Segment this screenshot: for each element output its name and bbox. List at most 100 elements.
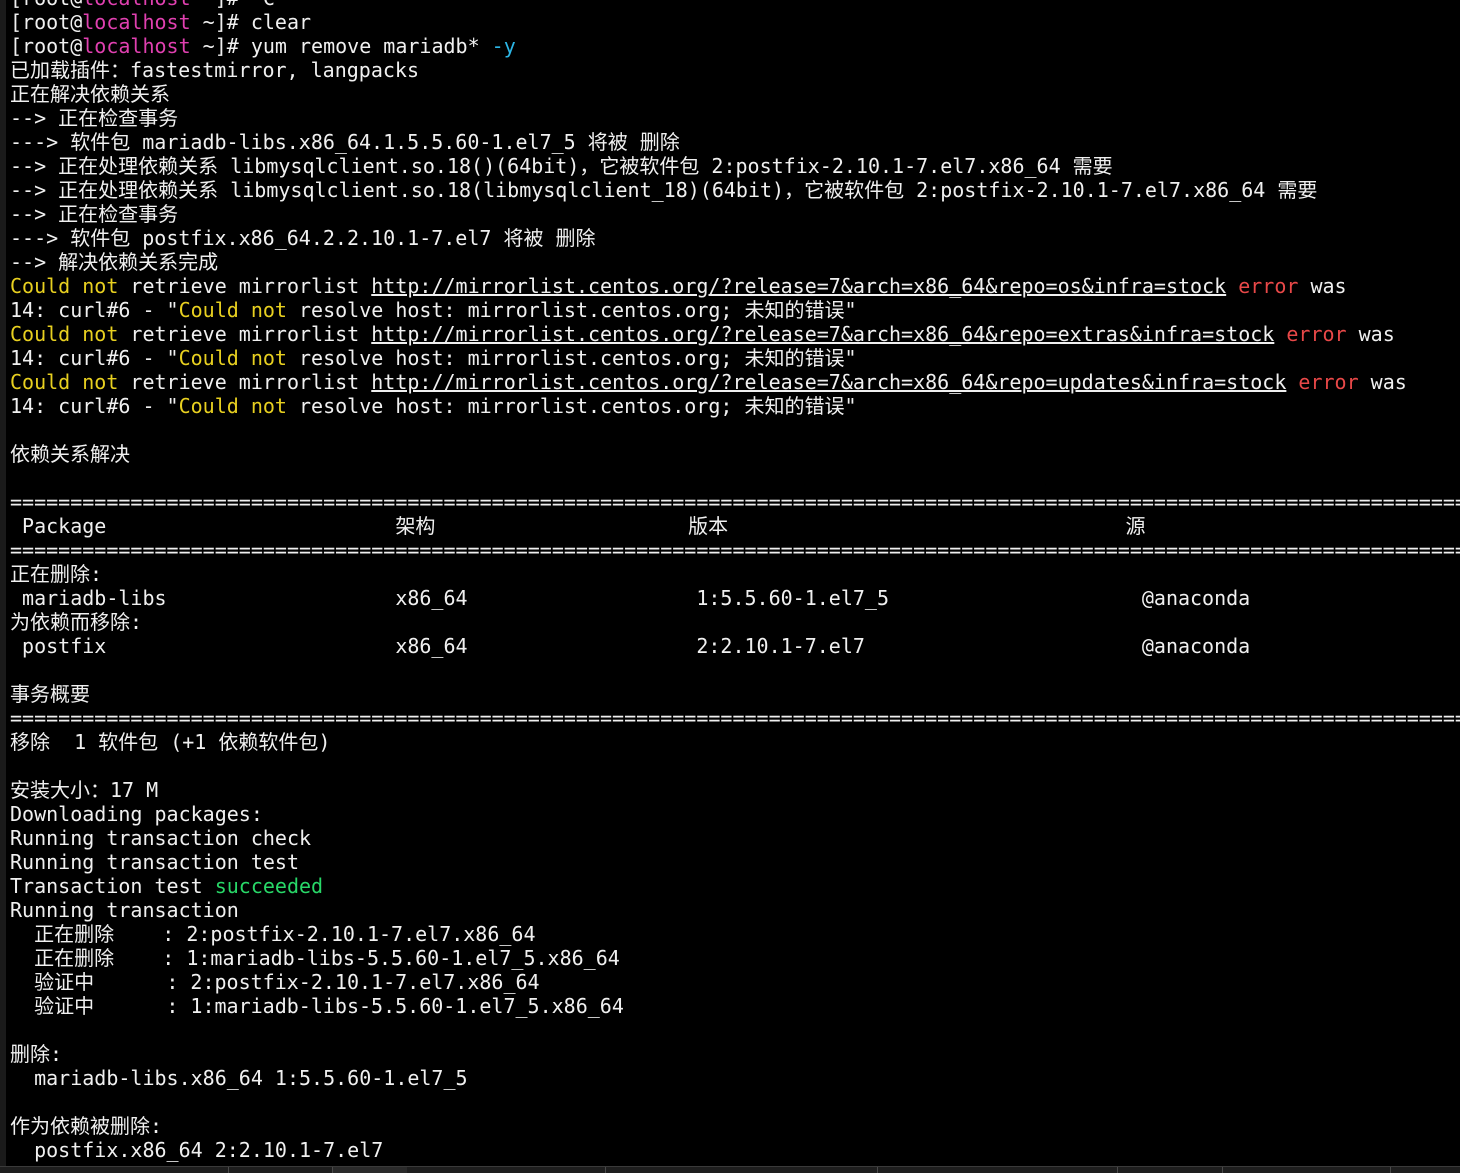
terminal-text: [root@ <box>10 34 83 58</box>
terminal-line: ---> 软件包 mariadb-libs.x86_64.1.5.5.60-1.… <box>10 130 1460 154</box>
terminal-text: ========================================… <box>10 538 1460 562</box>
terminal-left-border <box>0 0 6 1173</box>
terminal-text: mariadb-libs.x86_64 1:5.5.60-1.el7_5 <box>10 1066 468 1090</box>
terminal-text: Running transaction <box>10 898 239 922</box>
terminal-line: [root@localhost ~]# yum remove mariadb* … <box>10 34 1460 58</box>
terminal-line: Running transaction check <box>10 826 1460 850</box>
terminal-text: retrieve mirrorlist <box>118 370 372 394</box>
terminal-text: Downloading packages: <box>10 802 263 826</box>
terminal-text: 14: curl#6 - " <box>10 346 179 370</box>
terminal-line: [root@localhost ~]# clear <box>10 10 1460 34</box>
terminal-line: 为依赖而移除: <box>10 610 1460 634</box>
terminal-text: succeeded <box>214 874 324 898</box>
status-bar-divider <box>1390 1167 1392 1173</box>
terminal-line: 事务概要 <box>10 682 1460 706</box>
terminal-text: Could not <box>10 370 119 394</box>
terminal-status-bar <box>0 1166 1460 1173</box>
terminal-text: Could not <box>178 394 287 418</box>
terminal-text: Transaction test <box>10 874 215 898</box>
status-bar-divider <box>605 1167 607 1173</box>
terminal-text: Could not <box>178 298 287 322</box>
terminal-text: localhost <box>82 0 190 10</box>
terminal-text: ~]# clear <box>190 10 312 34</box>
terminal-text: mariadb-libs x86_64 1:5.5.60-1.el7_5 @an… <box>10 586 1251 610</box>
terminal-text: --> 正在处理依赖关系 libmysqlclient.so.18(libmys… <box>10 178 1318 202</box>
terminal-text: 移除 1 软件包 (+1 依赖软件包) <box>10 730 331 754</box>
terminal-text: postfix.x86_64 2:2.10.1-7.el7 <box>10 1138 384 1162</box>
terminal-text: Running transaction check <box>10 826 312 850</box>
terminal-line: 删除: <box>10 1042 1460 1066</box>
terminal-text: 正在删除: <box>10 562 103 586</box>
mirrorlist-link[interactable]: http://mirrorlist.centos.org/?release=7&… <box>371 370 1286 394</box>
terminal-text: 14: curl#6 - " <box>10 394 179 418</box>
terminal-text: [root@ <box>10 10 83 34</box>
status-bar-segment <box>332 1167 407 1173</box>
terminal-text: retrieve mirrorlist <box>118 322 372 346</box>
terminal-text: ---> 软件包 postfix.x86_64.2.2.10.1-7.el7 将… <box>10 226 596 250</box>
terminal-text: ========================================… <box>10 490 1460 514</box>
terminal-line: 作为依赖被删除: <box>10 1114 1460 1138</box>
terminal-line: postfix.x86_64 2:2.10.1-7.el7 <box>10 1138 1460 1162</box>
status-bar-divider <box>1117 1167 1119 1173</box>
terminal-text: resolve host: mirrorlist.centos.org; 未知的… <box>286 298 857 322</box>
terminal-text: error <box>1286 322 1347 346</box>
terminal-text: retrieve mirrorlist <box>118 274 372 298</box>
terminal-text: 为依赖而移除: <box>10 610 143 634</box>
terminal-line: mariadb-libs x86_64 1:5.5.60-1.el7_5 @an… <box>10 586 1460 610</box>
terminal-line: Running transaction test <box>10 850 1460 874</box>
terminal-line: ========================================… <box>10 706 1460 730</box>
terminal-line: Could not retrieve mirrorlist http://mir… <box>10 274 1460 298</box>
terminal-text: error <box>1238 274 1299 298</box>
terminal-line: 正在删除: <box>10 562 1460 586</box>
terminal-line: 正在删除 : 2:postfix-2.10.1-7.el7.x86_64 <box>10 922 1460 946</box>
terminal-text: ~]# ^C <box>191 0 275 10</box>
terminal-text: 验证中 : 2:postfix-2.10.1-7.el7.x86_64 <box>10 970 540 994</box>
terminal-text: postfix x86_64 2:2.10.1-7.el7 @anaconda <box>10 634 1251 658</box>
terminal-text: -y <box>491 34 516 58</box>
terminal-line: Transaction test succeeded <box>10 874 1460 898</box>
mirrorlist-link[interactable]: http://mirrorlist.centos.org/?release=7&… <box>371 322 1274 346</box>
terminal-line: --> 正在处理依赖关系 libmysqlclient.so.18()(64bi… <box>10 154 1460 178</box>
terminal-text: 正在删除 : 2:postfix-2.10.1-7.el7.x86_64 <box>10 922 536 946</box>
terminal-text: resolve host: mirrorlist.centos.org; 未知的… <box>286 394 857 418</box>
terminal-text: Running transaction test <box>10 850 299 874</box>
status-bar-divider <box>877 1167 879 1173</box>
terminal-text: 安装大小：17 M <box>10 778 159 802</box>
terminal-text: 删除: <box>10 1042 63 1066</box>
terminal-text: was <box>1346 322 1395 346</box>
terminal-text: [root@ <box>10 0 82 10</box>
terminal-text: was <box>1298 274 1347 298</box>
terminal-line: Downloading packages: <box>10 802 1460 826</box>
terminal-window[interactable]: [root@localhost ~]# ^C[root@localhost ~]… <box>0 0 1460 1173</box>
terminal-text: 依赖关系解决 <box>10 442 130 466</box>
terminal-text: --> 解决依赖关系完成 <box>10 250 219 274</box>
terminal-text: 14: curl#6 - " <box>10 298 179 322</box>
terminal-text: Could not <box>178 346 287 370</box>
terminal-text: ---> 软件包 mariadb-libs.x86_64.1.5.5.60-1.… <box>10 130 680 154</box>
terminal-text: was <box>1358 370 1407 394</box>
mirrorlist-link[interactable]: http://mirrorlist.centos.org/?release=7&… <box>371 274 1226 298</box>
terminal-line: postfix x86_64 2:2.10.1-7.el7 @anaconda <box>10 634 1460 658</box>
terminal-line: 正在删除 : 1:mariadb-libs-5.5.60-1.el7_5.x86… <box>10 946 1460 970</box>
terminal-line: 14: curl#6 - "Could not resolve host: mi… <box>10 394 1460 418</box>
terminal-text: 正在删除 : 1:mariadb-libs-5.5.60-1.el7_5.x86… <box>10 946 620 970</box>
terminal-text: 作为依赖被删除: <box>10 1114 163 1138</box>
terminal-text: Package 架构 版本 源 <box>10 514 1146 538</box>
terminal-line: 依赖关系解决 <box>10 442 1460 466</box>
terminal-line: ========================================… <box>10 538 1460 562</box>
terminal-line: ========================================… <box>10 490 1460 514</box>
terminal-line: Could not retrieve mirrorlist http://mir… <box>10 322 1460 346</box>
terminal-text: 事务概要 <box>10 682 90 706</box>
terminal-text: localhost <box>82 34 191 58</box>
status-bar-divider <box>1222 1167 1224 1173</box>
terminal-output: [root@localhost ~]# ^C[root@localhost ~]… <box>10 0 1460 1162</box>
terminal-line: 验证中 : 2:postfix-2.10.1-7.el7.x86_64 <box>10 970 1460 994</box>
